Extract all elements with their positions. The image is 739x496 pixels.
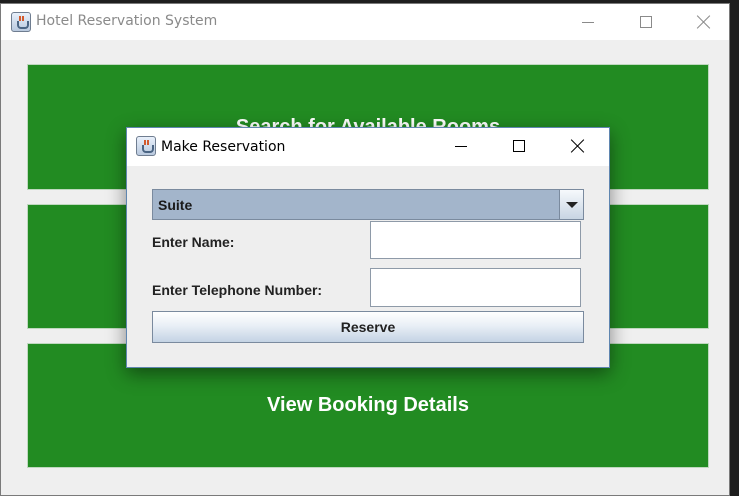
desktop: Hotel Reservation System Search for Avai… — [0, 0, 739, 496]
maximize-icon — [640, 16, 652, 28]
telephone-input[interactable] — [370, 268, 581, 307]
main-window-title: Hotel Reservation System — [36, 13, 218, 29]
minimize-icon — [455, 145, 467, 147]
reserve-button-label: Reserve — [340, 319, 396, 335]
dialog-minimize-button[interactable] — [438, 128, 484, 164]
close-icon — [571, 139, 585, 153]
name-input[interactable] — [370, 221, 581, 259]
java-app-icon — [136, 136, 156, 156]
dialog-maximize-button[interactable] — [496, 128, 542, 164]
close-button[interactable] — [681, 4, 727, 40]
make-reservation-dialog: Make Reservation Suite Enter Name: Enter… — [126, 127, 610, 368]
close-icon — [697, 15, 711, 29]
name-label: Enter Name: — [152, 234, 235, 250]
maximize-button[interactable] — [623, 4, 669, 40]
dialog-close-button[interactable] — [555, 128, 601, 164]
main-titlebar[interactable]: Hotel Reservation System — [1, 4, 729, 40]
dialog-title: Make Reservation — [161, 139, 286, 155]
java-app-icon — [11, 12, 31, 32]
telephone-label: Enter Telephone Number: — [152, 282, 323, 298]
reserve-button[interactable]: Reserve — [152, 311, 584, 343]
minimize-button[interactable] — [565, 4, 611, 40]
room-type-value: Suite — [158, 197, 193, 213]
maximize-icon — [513, 140, 525, 152]
dropdown-arrow-button[interactable] — [559, 190, 583, 219]
chevron-down-icon — [565, 201, 578, 208]
minimize-icon — [582, 21, 594, 23]
view-booking-label: View Booking Details — [267, 394, 469, 416]
dialog-titlebar[interactable]: Make Reservation — [127, 128, 609, 166]
room-type-dropdown[interactable]: Suite — [152, 189, 584, 220]
